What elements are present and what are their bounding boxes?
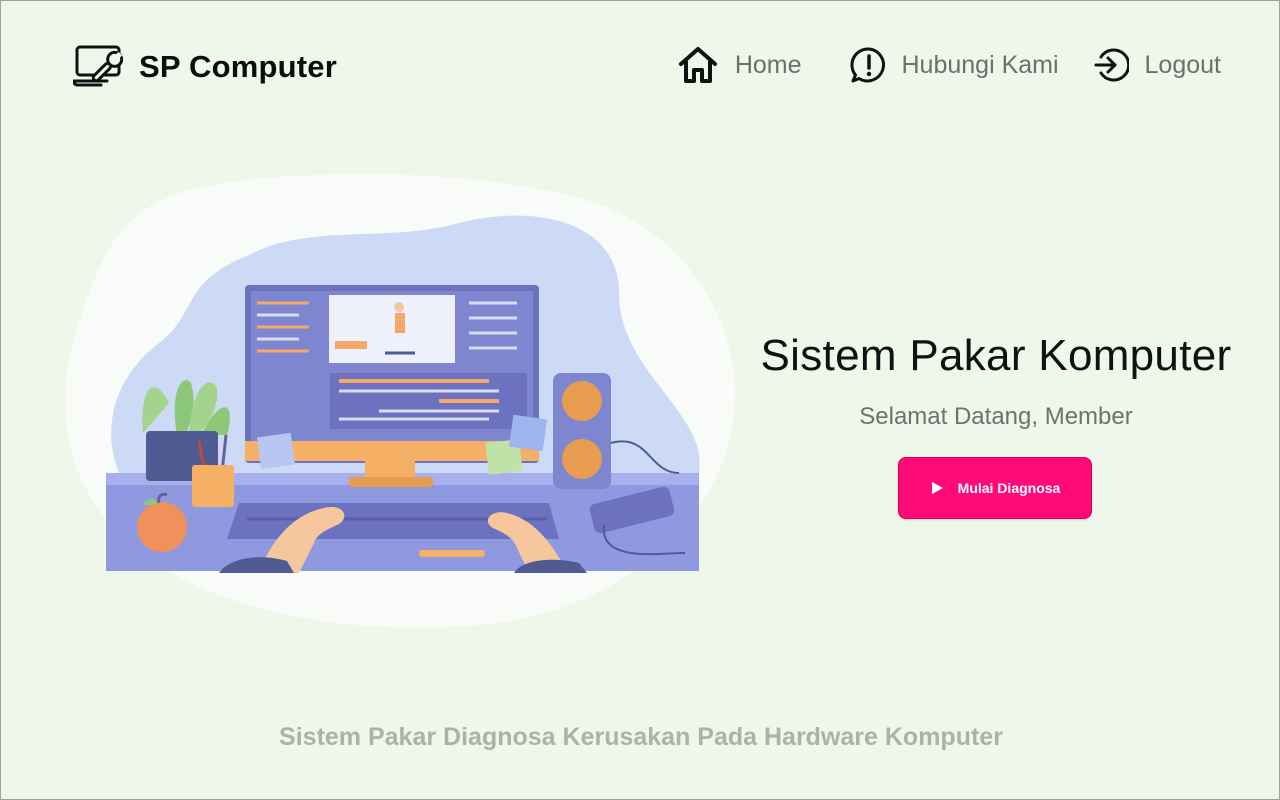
home-icon [678, 47, 717, 83]
nav-contact[interactable]: Hubungi Kami [850, 46, 1059, 84]
hero-text: Sistem Pakar Komputer Selamat Datang, Me… [741, 331, 1251, 431]
play-icon [931, 482, 943, 494]
person-at-computer-illustration [65, 174, 736, 628]
laptop-wrench-icon [73, 45, 124, 87]
nav-contact-label: Hubungi Kami [901, 50, 1059, 79]
brand-link[interactable]: SP Computer [73, 43, 337, 91]
brand-name: SP Computer [139, 49, 337, 84]
start-diagnosis-button[interactable]: Mulai Diagnosa [898, 457, 1092, 519]
nav-logout[interactable]: Logout [1093, 47, 1221, 83]
footer-tagline: Sistem Pakar Diagnosa Kerusakan Pada Har… [279, 723, 1003, 751]
logout-icon [1094, 48, 1129, 82]
navbar: SP Computer Home Hubungi Kami Logout [1, 1, 1280, 131]
welcome-subtitle: Selamat Datang, Member [859, 403, 1133, 430]
nav-home[interactable]: Home [677, 45, 802, 85]
main-nav: Home Hubungi Kami Logout [677, 45, 1221, 85]
nav-home-label: Home [734, 50, 802, 79]
hero-title: Sistem Pakar Komputer [760, 331, 1232, 380]
alert-chat-icon [850, 47, 885, 83]
start-diagnosis-label: Mulai Diagnosa [957, 480, 1061, 496]
nav-logout-label: Logout [1144, 50, 1221, 79]
